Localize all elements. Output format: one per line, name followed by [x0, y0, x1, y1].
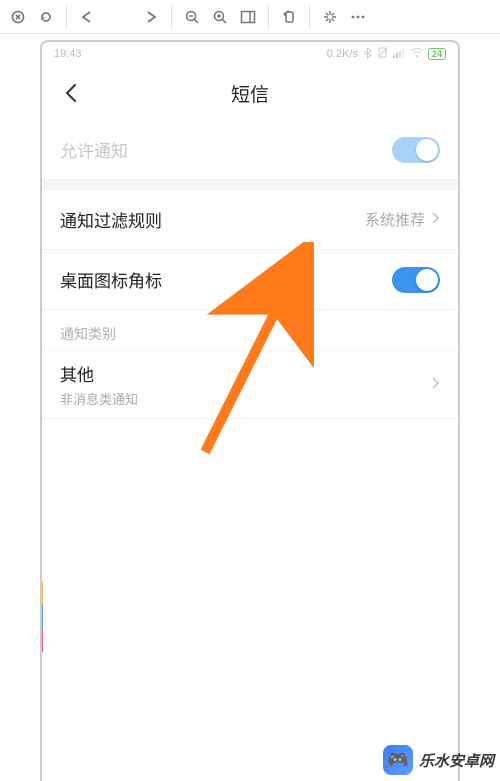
row-filter-rule[interactable]: 通知过滤规则 系统推荐	[42, 190, 458, 250]
phone-frame: 19:43 0.2K/s 24 短信 允许通知	[40, 40, 460, 781]
bluetooth-icon	[363, 47, 372, 62]
watermark-logo-icon: 🎮	[383, 745, 413, 775]
row-desktop-badge[interactable]: 桌面图标角标	[42, 250, 458, 310]
side-panel-icon[interactable]	[234, 3, 262, 31]
status-time: 19:43	[54, 48, 82, 60]
rotate-icon[interactable]	[275, 3, 303, 31]
spark-icon[interactable]	[316, 3, 344, 31]
row-label: 桌面图标角标	[60, 267, 392, 292]
row-sublabel: 非消息类通知	[60, 389, 431, 408]
viewer-toolbar	[0, 0, 500, 34]
toggle-desktop-badge[interactable]	[392, 267, 440, 293]
watermark-text: 乐水安卓网	[419, 750, 494, 771]
wifi-icon	[410, 48, 424, 61]
row-allow-notifications[interactable]: 允许通知	[42, 120, 458, 180]
back-button[interactable]	[56, 78, 86, 108]
more-icon[interactable]	[344, 3, 372, 31]
chevron-right-icon	[431, 376, 440, 394]
left-ribbon-decor	[40, 582, 43, 652]
nav-forward-icon[interactable]	[137, 3, 165, 31]
refresh-icon[interactable]	[32, 3, 60, 31]
screen-header: 短信	[42, 66, 458, 120]
battery-icon: 24	[428, 48, 446, 60]
zoom-in-icon[interactable]	[206, 3, 234, 31]
page-title: 短信	[42, 80, 458, 107]
chevron-right-icon	[431, 211, 440, 229]
settings-list: 允许通知 通知过滤规则 系统推荐 桌面图标角标 通知类别	[42, 120, 458, 781]
right-dash-decor	[459, 582, 460, 652]
watermark: 🎮 乐水安卓网	[383, 745, 494, 775]
toggle-allow-notifications[interactable]	[392, 137, 440, 163]
row-label: 允许通知	[60, 137, 392, 162]
status-bar: 19:43 0.2K/s 24	[42, 42, 458, 66]
row-label: 其他	[60, 361, 431, 386]
row-other[interactable]: 其他 非消息类通知	[42, 351, 458, 419]
close-icon[interactable]	[4, 3, 32, 31]
row-value: 系统推荐	[365, 209, 425, 230]
no-sim-icon	[377, 47, 388, 61]
status-net-speed: 0.2K/s	[327, 48, 358, 60]
signal-icon	[393, 48, 405, 61]
zoom-out-icon[interactable]	[178, 3, 206, 31]
nav-back-icon[interactable]	[73, 3, 101, 31]
section-title-category: 通知类别	[42, 310, 458, 351]
row-label: 通知过滤规则	[60, 207, 365, 232]
